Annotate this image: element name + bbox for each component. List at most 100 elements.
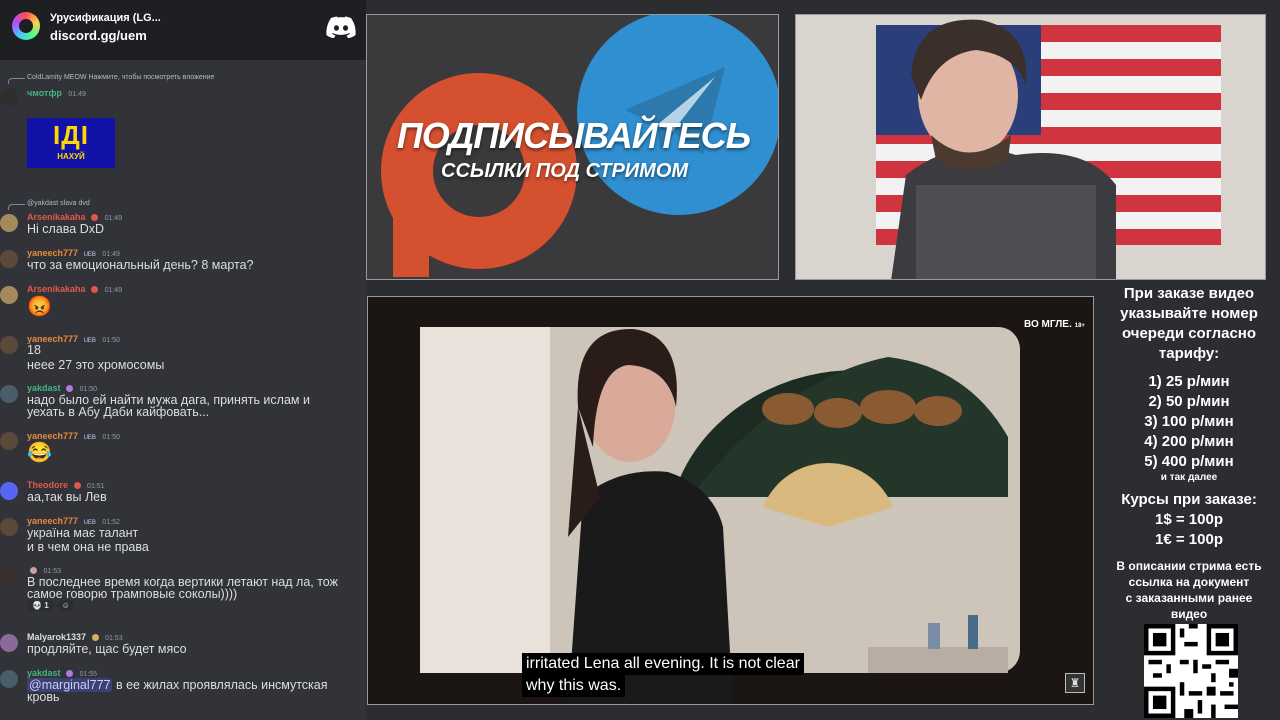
avatar[interactable] xyxy=(0,482,18,500)
message-text: аа,так вы Лев xyxy=(27,490,107,504)
sticker-bottom-text: НАХУЙ xyxy=(57,152,85,161)
message-text: продляйте, щас будет мясо xyxy=(27,642,187,656)
username[interactable]: Malyarok1337 xyxy=(27,632,86,642)
subscribe-promo-banner: ПОДПИСЫВАЙТЕСЬ ССЫЛКИ ПОД СТРИМОМ xyxy=(366,14,779,280)
avatar[interactable] xyxy=(0,286,18,304)
badge-icon xyxy=(73,482,81,490)
message-text: самое говорю трамповые соколы)))) xyxy=(27,587,238,601)
message-text: и в чем она не права xyxy=(27,540,149,554)
timestamp: 01:52 xyxy=(102,519,120,526)
message-header: Malyarok1337 01:53 xyxy=(27,632,123,642)
timestamp: 01:50 xyxy=(102,337,120,344)
subtitle-line: irritated Lena all evening. It is not cl… xyxy=(522,653,804,675)
username[interactable]: yakdast xyxy=(27,383,61,393)
username[interactable]: чмотфр xyxy=(27,88,62,98)
timestamp: 01:55 xyxy=(79,671,98,678)
message-header: Theodore 01:51 xyxy=(27,480,105,490)
reply-preview[interactable]: @yakdast slava dvd xyxy=(8,200,90,210)
badge-icon xyxy=(91,634,99,642)
avatar[interactable] xyxy=(0,250,18,268)
patreon-logo-bar xyxy=(393,165,429,277)
username[interactable]: yaneech777 xyxy=(27,516,78,526)
message-header: 01:53 xyxy=(27,565,61,575)
main-video-player[interactable]: ВО МГЛЕ. 18+ irritated Lena all evening. … xyxy=(367,296,1094,705)
timestamp: 01:53 xyxy=(43,568,62,575)
message-text: уехать в Абу Даби кайфовать... xyxy=(27,405,210,419)
server-icon[interactable] xyxy=(12,12,40,40)
timestamp: 01:50 xyxy=(102,434,120,441)
age-rating: 18+ xyxy=(1074,323,1085,329)
subtitle-line: why this was. xyxy=(522,675,626,697)
timestamp: 01:49 xyxy=(102,251,120,258)
avatar[interactable] xyxy=(0,214,18,232)
sticker-image[interactable]: ІДІ НАХУЙ xyxy=(27,118,115,168)
username[interactable]: Arsenikakaha xyxy=(27,284,86,294)
laughing-emoji-icon: 😂 xyxy=(27,442,52,464)
username[interactable]: yaneech777 xyxy=(27,248,78,258)
avatar[interactable] xyxy=(0,670,18,688)
video-frame xyxy=(368,297,1093,704)
add-reaction-icon[interactable]: ☺ xyxy=(56,600,75,611)
reaction-count: 1 xyxy=(44,601,49,610)
message-text: Hi слава DxD xyxy=(27,222,105,236)
message-header: чмотфр 01:49 xyxy=(27,88,86,98)
discord-server-header[interactable]: Урусификация (LG... discord.gg/uem xyxy=(0,0,366,60)
message-text: україна має талант xyxy=(27,526,139,540)
tariff-item: 5) 400 р/мин xyxy=(1144,453,1234,470)
badge-icon xyxy=(91,286,99,294)
message-header: Arsenikakaha 01:49 xyxy=(27,284,122,294)
description-note: с заказанными ранее xyxy=(1125,591,1253,605)
avatar[interactable] xyxy=(0,518,18,536)
badge-icon xyxy=(66,670,74,678)
info-heading: тарифу: xyxy=(1158,345,1220,362)
rates-title: Курсы при заказе: xyxy=(1121,491,1257,508)
reply-preview[interactable]: ColdLamity MEOW Нажмите, чтобы посмотрет… xyxy=(7,74,214,84)
reaction-button[interactable]: 💀 1 xyxy=(27,600,54,611)
webcam-feed xyxy=(795,14,1266,280)
username[interactable]: Arsenikakaha xyxy=(27,212,86,222)
avatar[interactable] xyxy=(0,432,18,450)
message-text: 18 xyxy=(27,343,41,357)
info-heading: При заказе видео xyxy=(1123,285,1255,302)
avatar[interactable] xyxy=(0,336,18,354)
message-text: неее 27 это хромосомы xyxy=(27,358,165,372)
description-note: видео xyxy=(1170,607,1208,621)
username[interactable]: yakdast xyxy=(27,668,61,678)
description-note: ссылка на документ xyxy=(1128,575,1250,589)
avatar[interactable] xyxy=(0,88,18,106)
tariff-etc: и так далее xyxy=(1160,472,1218,483)
angry-face-emoji-icon: 😡 xyxy=(27,296,52,318)
video-subtitle: irritated Lena all evening. It is not cl… xyxy=(522,653,804,697)
server-invite-link[interactable]: discord.gg/uem xyxy=(50,28,147,43)
timestamp: 01:53 xyxy=(105,635,123,642)
message-text: что за емоциональный день? 8 марта? xyxy=(27,258,254,272)
info-heading: очереди согласно xyxy=(1121,325,1257,342)
discord-logo-icon xyxy=(326,16,356,38)
role-tag: UEB xyxy=(83,338,96,344)
message-header: yaneech777 UEB 01:52 xyxy=(27,516,120,526)
server-name: Урусификация (LG... xyxy=(50,12,161,24)
tariff-item: 1) 25 р/мин xyxy=(1148,373,1230,390)
channel-badge: ВО МГЛЕ. 18+ xyxy=(1024,319,1085,330)
sticker-top-text: ІДІ xyxy=(53,120,89,150)
avatar[interactable] xyxy=(0,566,18,584)
message-text-part: в ее жилах проявлялась инсмутская xyxy=(112,678,328,692)
badge-icon xyxy=(91,214,99,222)
description-note: В описании стрима есть xyxy=(1116,559,1262,573)
avatar[interactable] xyxy=(0,634,18,652)
channel-badge-text: ВО МГЛЕ. xyxy=(1024,319,1072,330)
message-header: Arsenikakaha 01:49 xyxy=(27,212,122,222)
tariff-item: 3) 100 р/мин xyxy=(1144,413,1234,430)
tariff-item: 4) 200 р/мин xyxy=(1144,433,1234,450)
promo-title: ПОДПИСЫВАЙТЕСЬ xyxy=(396,115,751,156)
qr-code-icon xyxy=(1144,624,1238,718)
rate-eur: 1€ = 100р xyxy=(1155,531,1223,548)
avatar[interactable] xyxy=(0,385,18,403)
username[interactable]: Theodore xyxy=(27,480,68,490)
message-header: yakdast 01:55 xyxy=(27,668,97,678)
message-text: @marginal777 в ее жилах проявлялась инсм… xyxy=(27,678,328,692)
badge-icon xyxy=(66,385,74,393)
webcam-scene xyxy=(796,15,1265,279)
message-header: yakdast 01:50 xyxy=(27,383,97,393)
timestamp: 01:49 xyxy=(68,91,86,98)
